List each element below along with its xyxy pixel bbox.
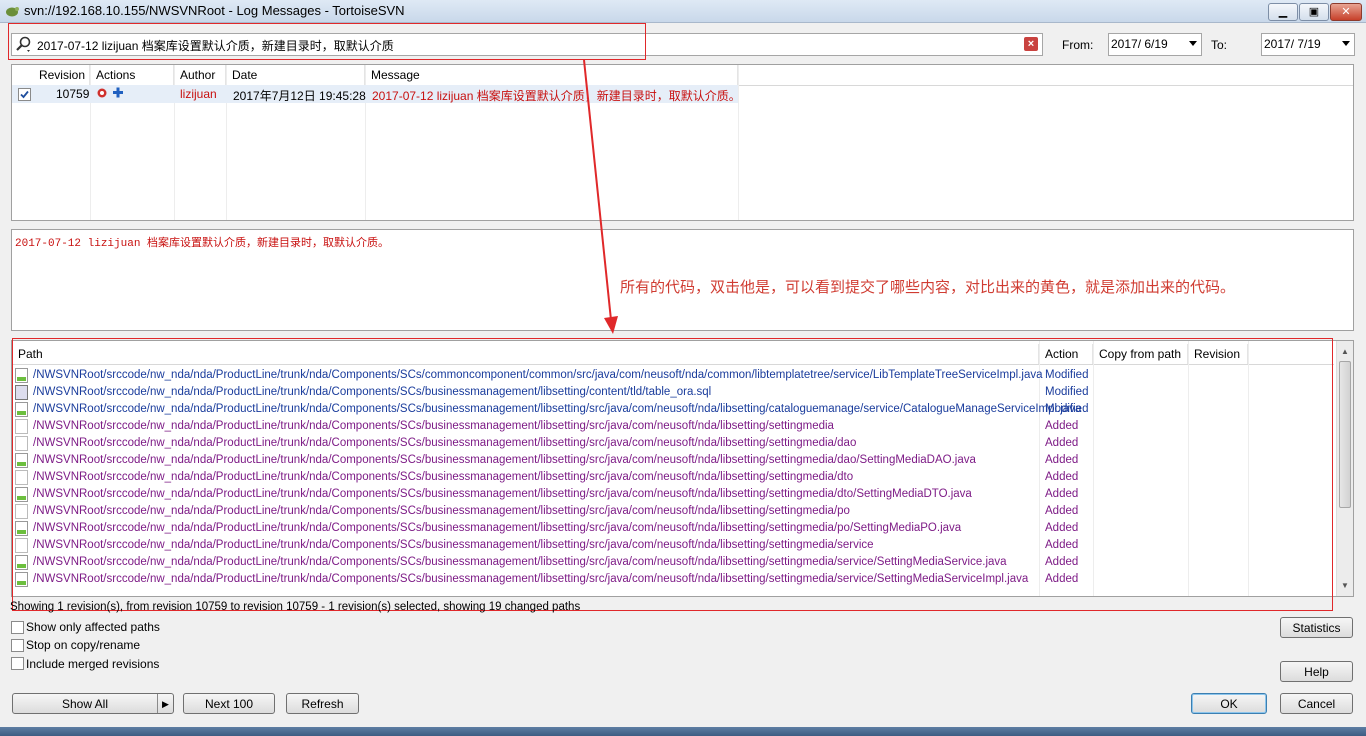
log-list[interactable]: Revision Actions Author Date Message 107… bbox=[11, 64, 1354, 221]
annotation-box-search bbox=[8, 23, 646, 60]
actions-icons bbox=[97, 87, 123, 98]
statistics-button[interactable]: Statistics bbox=[1280, 617, 1353, 638]
col-actions[interactable]: Actions bbox=[90, 65, 174, 85]
to-label: To: bbox=[1211, 38, 1228, 52]
chevron-right-icon[interactable]: ▶ bbox=[162, 694, 169, 715]
message-pane[interactable]: 2017-07-12 lizijuan 档案库设置默认介质，新建目录时，取默认介… bbox=[11, 229, 1354, 331]
chevron-down-icon bbox=[1189, 41, 1197, 46]
commit-message: 2017-07-12 lizijuan 档案库设置默认介质，新建目录时，取默认介… bbox=[15, 238, 390, 250]
stop-on-copy-checkbox[interactable] bbox=[11, 639, 24, 652]
minimize-button[interactable]: ▁ bbox=[1268, 3, 1298, 21]
from-date-value: 2017/ 6/19 bbox=[1111, 37, 1168, 51]
to-date-value: 2017/ 7/19 bbox=[1264, 37, 1321, 51]
show-all-label: Show All bbox=[61, 697, 109, 711]
log-author: lizijuan bbox=[180, 87, 217, 101]
refresh-button[interactable]: Refresh bbox=[286, 693, 359, 714]
status-text: Showing 1 revision(s), from revision 107… bbox=[10, 601, 581, 613]
log-row[interactable]: 10759 lizijuan 2017年7月12日 19:45:28 2017-… bbox=[12, 85, 741, 103]
affected-paths-checkbox[interactable] bbox=[11, 621, 24, 634]
window-title: svn://192.168.10.155/NWSVNRoot - Log Mes… bbox=[24, 3, 405, 18]
next-100-button[interactable]: Next 100 bbox=[183, 693, 275, 714]
maximize-button[interactable]: ▣ bbox=[1299, 3, 1329, 21]
close-button[interactable]: ✕ bbox=[1330, 3, 1362, 21]
split-divider bbox=[157, 694, 158, 713]
scroll-down-icon[interactable]: ▼ bbox=[1341, 581, 1349, 590]
stop-on-copy-label[interactable]: Stop on copy/rename bbox=[26, 638, 140, 652]
log-list-header: Revision Actions Author Date Message bbox=[12, 65, 1353, 86]
scroll-up-icon[interactable]: ▲ bbox=[1341, 347, 1349, 356]
annotation-arrow bbox=[583, 59, 618, 334]
from-date-picker[interactable]: 2017/ 6/19 bbox=[1108, 33, 1202, 56]
check-icon bbox=[20, 90, 29, 99]
row-checkbox[interactable] bbox=[18, 88, 31, 101]
show-all-button[interactable]: Show All ▶ bbox=[12, 693, 174, 714]
tortoisesvn-icon bbox=[6, 7, 19, 17]
help-button[interactable]: Help bbox=[1280, 661, 1353, 682]
annotation-text: 所有的代码，双击他是，可以看到提交了哪些内容，对比出来的黄色，就是添加出来的代码… bbox=[620, 279, 1236, 296]
merged-revisions-checkbox[interactable] bbox=[11, 657, 24, 670]
affected-paths-label[interactable]: Show only affected paths bbox=[26, 620, 160, 634]
to-date-picker[interactable]: 2017/ 7/19 bbox=[1261, 33, 1355, 56]
log-date: 2017年7月12日 19:45:28 bbox=[233, 89, 366, 103]
vertical-scrollbar[interactable]: ▲ ▼ bbox=[1336, 341, 1353, 596]
from-label: From: bbox=[1062, 38, 1094, 52]
chevron-down-icon bbox=[1342, 41, 1350, 46]
col-date[interactable]: Date bbox=[226, 65, 365, 85]
log-message: 2017-07-12 lizijuan 档案库设置默认介质，新建目录时，取默认介… bbox=[372, 89, 741, 103]
col-message[interactable]: Message bbox=[365, 65, 738, 85]
merged-revisions-label[interactable]: Include merged revisions bbox=[26, 657, 159, 671]
cancel-button[interactable]: Cancel bbox=[1280, 693, 1353, 714]
annotation-box-paths bbox=[12, 338, 1333, 611]
scroll-thumb[interactable] bbox=[1339, 361, 1351, 508]
clear-search-icon[interactable]: × bbox=[1024, 37, 1038, 51]
title-bar: svn://192.168.10.155/NWSVNRoot - Log Mes… bbox=[0, 0, 1366, 23]
taskbar bbox=[0, 727, 1366, 736]
log-revision: 10759 bbox=[56, 87, 90, 101]
col-author[interactable]: Author bbox=[174, 65, 226, 85]
col-revision[interactable]: Revision bbox=[12, 65, 90, 85]
ok-button[interactable]: OK bbox=[1191, 693, 1267, 714]
